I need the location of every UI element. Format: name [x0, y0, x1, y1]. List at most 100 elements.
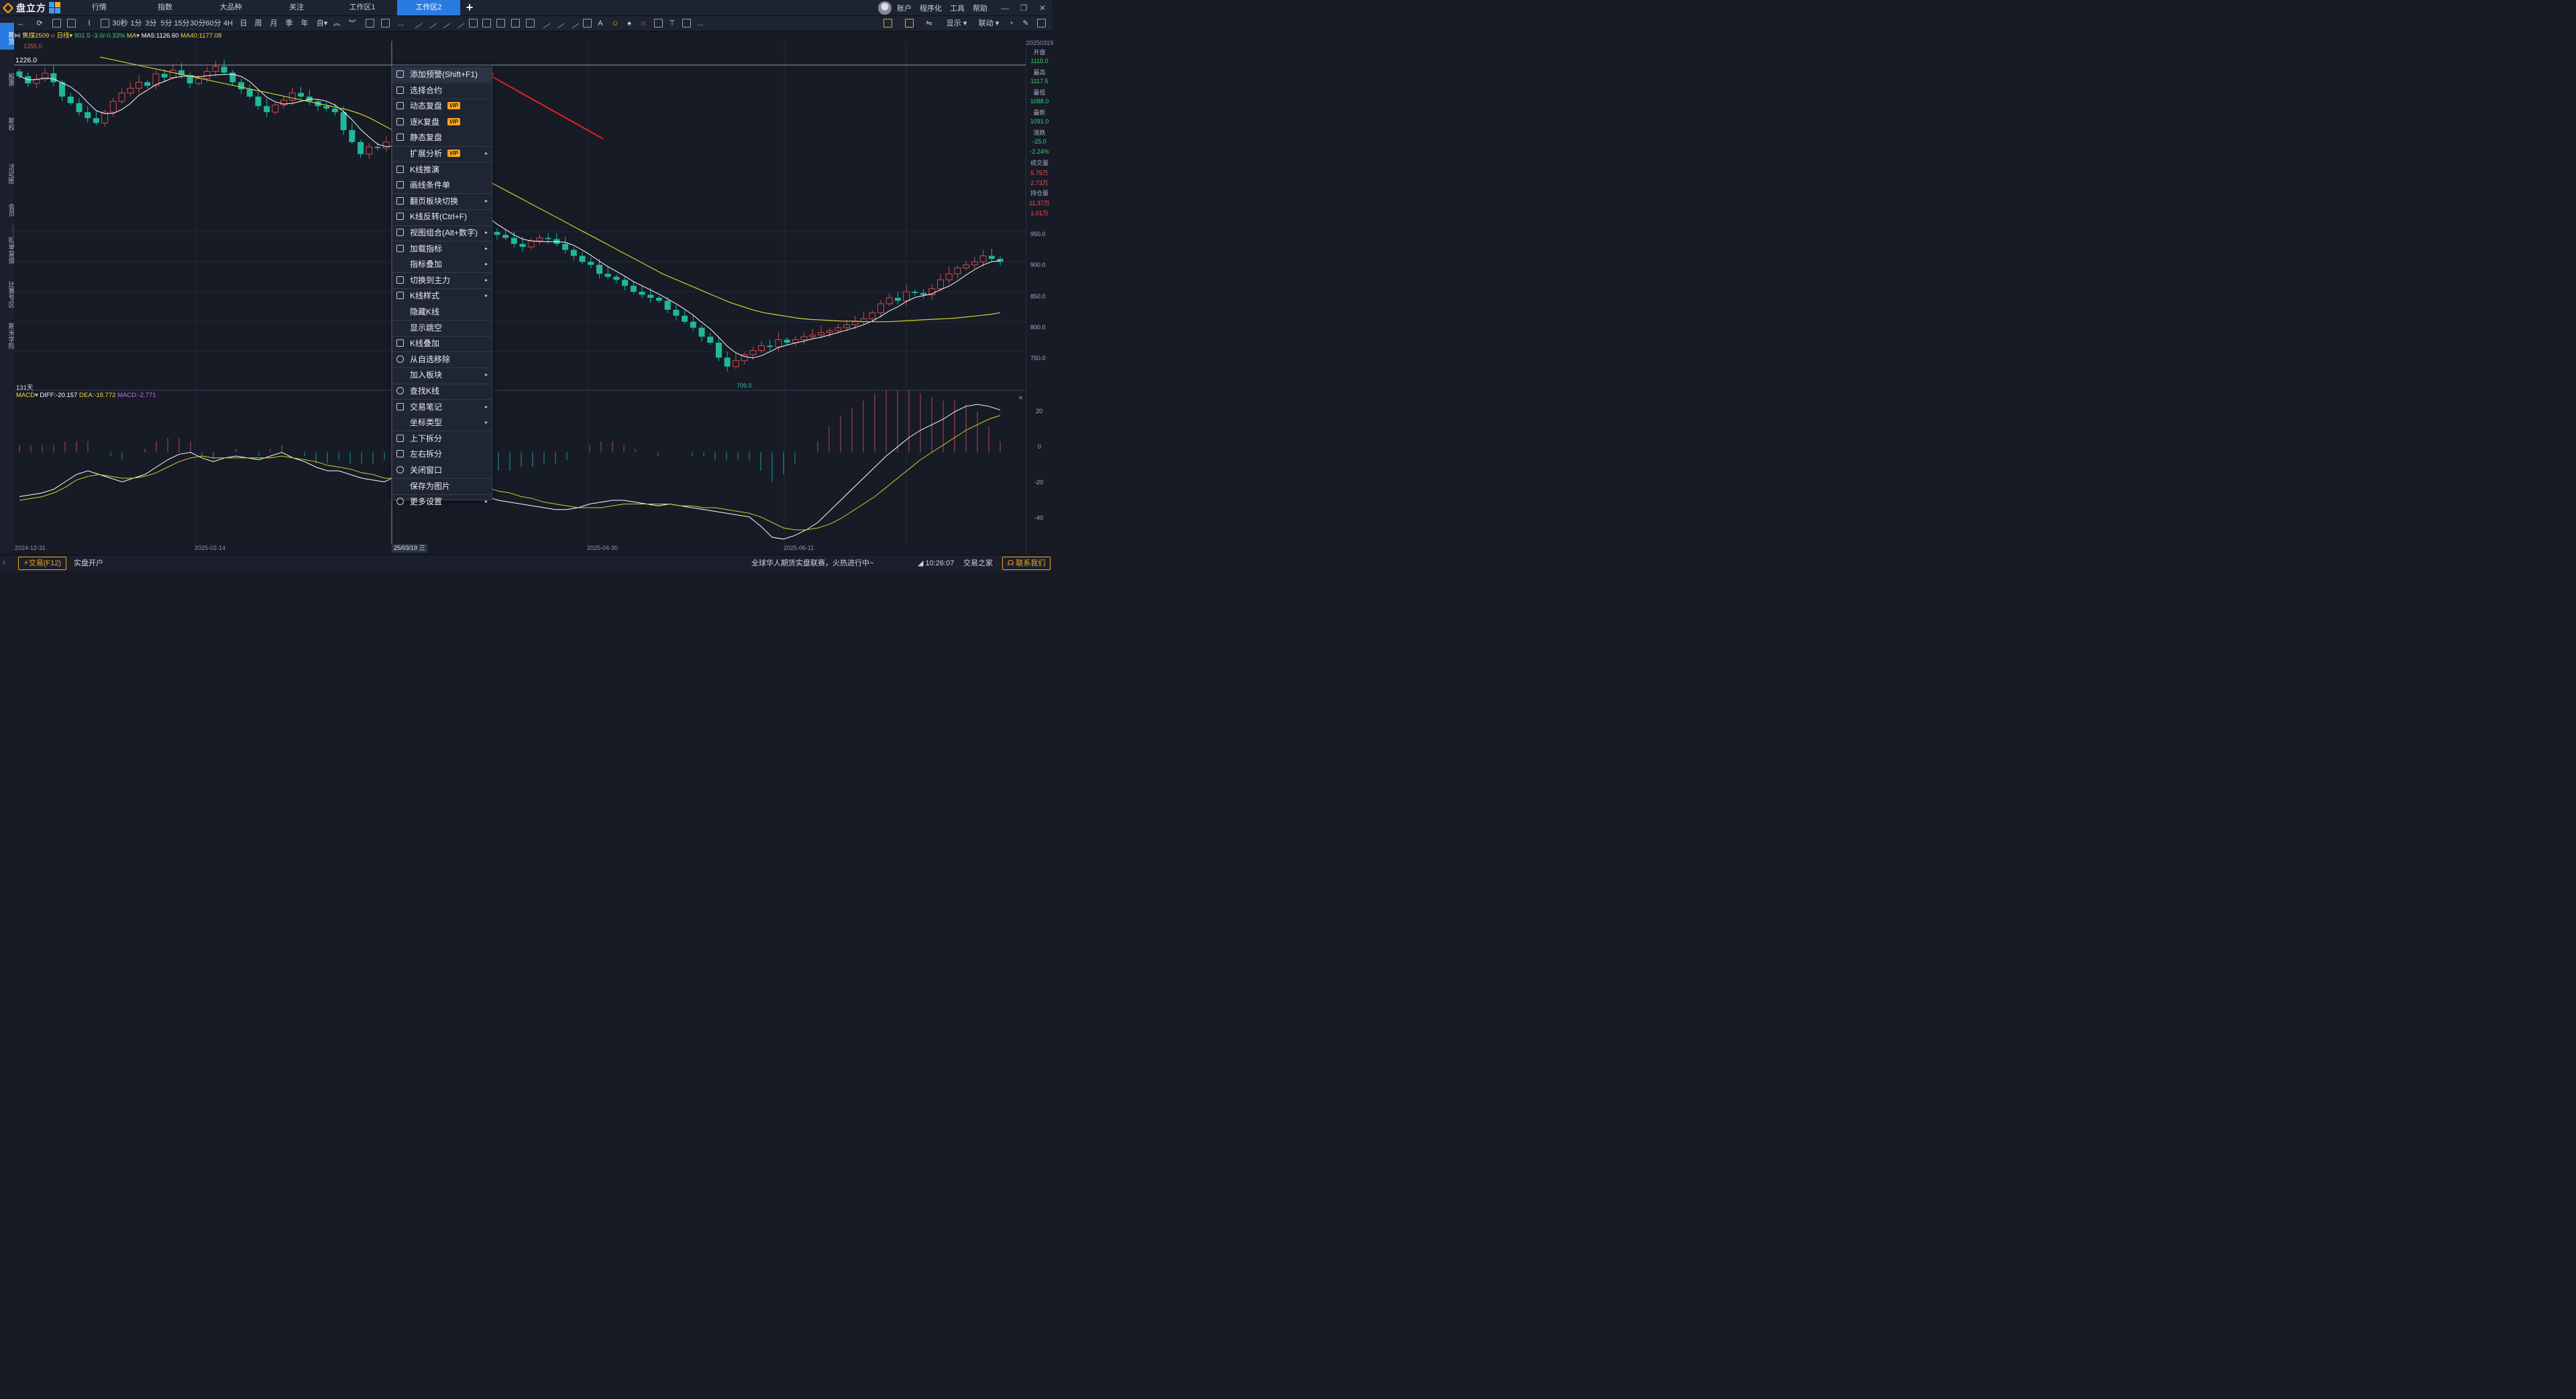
menu-item-8[interactable]: 翻页板块切换 ▸ [392, 194, 492, 209]
menu-item-2[interactable]: 动态复盘 VIP [392, 99, 492, 113]
bell-icon[interactable]: ♠ [625, 16, 634, 31]
pin-icon[interactable]: ⊤ [667, 16, 677, 31]
chevron-down-icon[interactable]: ︾ [347, 16, 357, 31]
ma-label[interactable]: MA [127, 32, 136, 40]
trade-home-link[interactable]: 交易之家 [963, 557, 993, 569]
link-dropdown[interactable]: 联动 ▾ [975, 16, 1002, 31]
sidebar-item-academy[interactable]: 期米学院 [0, 319, 14, 353]
draw-rect-icon[interactable] [469, 19, 478, 27]
period-1m[interactable]: 1分 [129, 16, 143, 31]
gann-icon[interactable] [511, 19, 520, 27]
chevron-up-icon[interactable]: ︽ [332, 16, 341, 31]
cycle-icon[interactable] [538, 16, 551, 29]
collapse-left-icon[interactable]: ‹ [3, 557, 5, 567]
period-3m[interactable]: 3分 [144, 16, 158, 31]
macd-label[interactable]: MACD [16, 392, 35, 399]
back-icon[interactable]: ← [16, 16, 25, 31]
restore-icon[interactable]: ❐ [1014, 3, 1033, 13]
fullscreen-icon[interactable] [1037, 19, 1046, 27]
tab-major-varieties[interactable]: 大品种 [199, 0, 263, 15]
chart-line-icon[interactable]: ⌇ [85, 16, 94, 31]
menu-item-5[interactable]: 扩展分析 VIP ▸ [392, 146, 492, 161]
tab-index[interactable]: 指数 [133, 0, 197, 15]
menu-item-25[interactable]: 关闭窗口 [392, 463, 492, 478]
layout-columns-icon[interactable] [366, 19, 374, 27]
menu-programmatic[interactable]: 程序化 [920, 3, 942, 13]
tab-watchlist[interactable]: 关注 [264, 0, 329, 15]
sidebar-item-contest[interactable]: 比赛专区 [0, 278, 14, 311]
add-tab-icon[interactable]: + [462, 0, 478, 15]
menu-item-21[interactable]: 交易笔记 ▸ [392, 400, 492, 414]
more-draw-tools[interactable]: ... [696, 16, 704, 31]
sidebar-item-activity[interactable]: 活动圈 [0, 157, 14, 190]
menu-item-7[interactable]: 画线条件单 [392, 178, 492, 192]
menu-item-23[interactable]: 上下拆分 [392, 431, 492, 446]
measure-icon[interactable] [583, 19, 592, 27]
draw-segment-icon[interactable] [425, 16, 437, 29]
kline-chart[interactable]: × [14, 32, 1026, 555]
menu-item-4[interactable]: 静态复盘 [392, 130, 492, 145]
minimize-icon[interactable]: — [996, 3, 1014, 13]
alarm-clock-icon[interactable] [883, 19, 892, 27]
close-pane-icon[interactable]: × [1018, 393, 1023, 402]
ma-dropdown-icon[interactable]: ▾ [136, 32, 140, 40]
menu-item-0[interactable]: 添加预警(Shift+F1) [392, 67, 492, 82]
eraser-icon[interactable] [682, 19, 691, 27]
period-30s[interactable]: 30秒 [111, 16, 129, 31]
draw-line-icon[interactable] [410, 16, 423, 29]
fib-icon[interactable] [496, 19, 505, 27]
trade-button[interactable]: ⚡交易(F12) [18, 557, 66, 570]
menu-item-12[interactable]: 指标叠加 ▸ [392, 257, 492, 272]
tab-quotes[interactable]: 行情 [67, 0, 131, 15]
menu-item-17[interactable]: K线叠加 [392, 336, 492, 351]
menu-item-6[interactable]: K线推演 [392, 162, 492, 177]
period-month[interactable]: 月 [269, 16, 278, 31]
menu-item-10[interactable]: 视图组合(Alt+数字) ▸ [392, 225, 492, 240]
calendar-icon[interactable] [905, 19, 914, 27]
menu-item-26[interactable]: 保存为图片 [392, 479, 492, 494]
close-window-icon[interactable]: ✕ [1033, 3, 1052, 13]
menu-item-22[interactable]: 坐标类型 ▸ [392, 415, 492, 430]
period-30m[interactable]: 30分 [190, 16, 206, 31]
sidebar-item-futures[interactable]: 期货 [0, 23, 14, 50]
period-5m[interactable]: 5分 [160, 16, 173, 31]
symbol-name[interactable]: 焦煤2509 [22, 32, 49, 40]
period-year[interactable]: 年 [300, 16, 309, 31]
display-dropdown[interactable]: 显示 ▾ [943, 16, 970, 31]
draw-channel-icon[interactable] [482, 19, 491, 27]
period-day[interactable]: 日 [239, 16, 248, 31]
menu-item-1[interactable]: 选择合约 [392, 83, 492, 98]
draw-parallel-icon[interactable] [452, 16, 465, 29]
tab-workspace-1[interactable]: 工作区1 [330, 0, 394, 15]
lock-icon[interactable] [654, 19, 663, 27]
news-ticker[interactable]: 全球华人期货实盘联赛，火热进行中~ [751, 557, 873, 569]
sidebar-item-stocks[interactable]: 股票 [0, 70, 14, 90]
save-icon[interactable] [52, 19, 61, 27]
pen-icon[interactable]: ✎ [1021, 16, 1030, 31]
period-custom[interactable]: 自▾ [315, 16, 329, 31]
period-4h[interactable]: 4H [221, 16, 235, 31]
menu-account[interactable]: 账户 [897, 3, 912, 13]
menu-item-11[interactable]: 加载指标 ▸ [392, 241, 492, 256]
text-icon[interactable] [101, 19, 109, 27]
menu-item-20[interactable]: 查找K线 [392, 384, 492, 398]
folder-icon[interactable] [67, 19, 76, 27]
sidebar-item-options[interactable]: 期权 [0, 114, 14, 134]
menu-item-9[interactable]: K线反转(Ctrl+F) [392, 209, 492, 224]
menu-tools[interactable]: 工具 [950, 3, 965, 13]
pitchfork-icon[interactable] [567, 16, 580, 29]
period-week[interactable]: 周 [254, 16, 263, 31]
contact-us-button[interactable]: ☊ 联系我们 [1002, 557, 1051, 570]
menu-help[interactable]: 帮助 [973, 3, 987, 13]
menu-item-18[interactable]: 从自选移除 [392, 352, 492, 367]
broadcast-icon[interactable]: ⇋ [924, 16, 934, 31]
menu-item-13[interactable]: 切换到主力 ▸ [392, 273, 492, 288]
text-tool-icon[interactable]: A [596, 16, 604, 31]
period-60m[interactable]: 60分 [205, 16, 221, 31]
menu-item-14[interactable]: K线样式 ▸ [392, 288, 492, 303]
macd-dropdown-icon[interactable]: ▾ [35, 392, 38, 399]
avatar[interactable] [878, 1, 892, 15]
menu-item-24[interactable]: 左右拆分 [392, 447, 492, 461]
fan-icon[interactable] [552, 16, 565, 29]
period-15m[interactable]: 15分 [174, 16, 190, 31]
